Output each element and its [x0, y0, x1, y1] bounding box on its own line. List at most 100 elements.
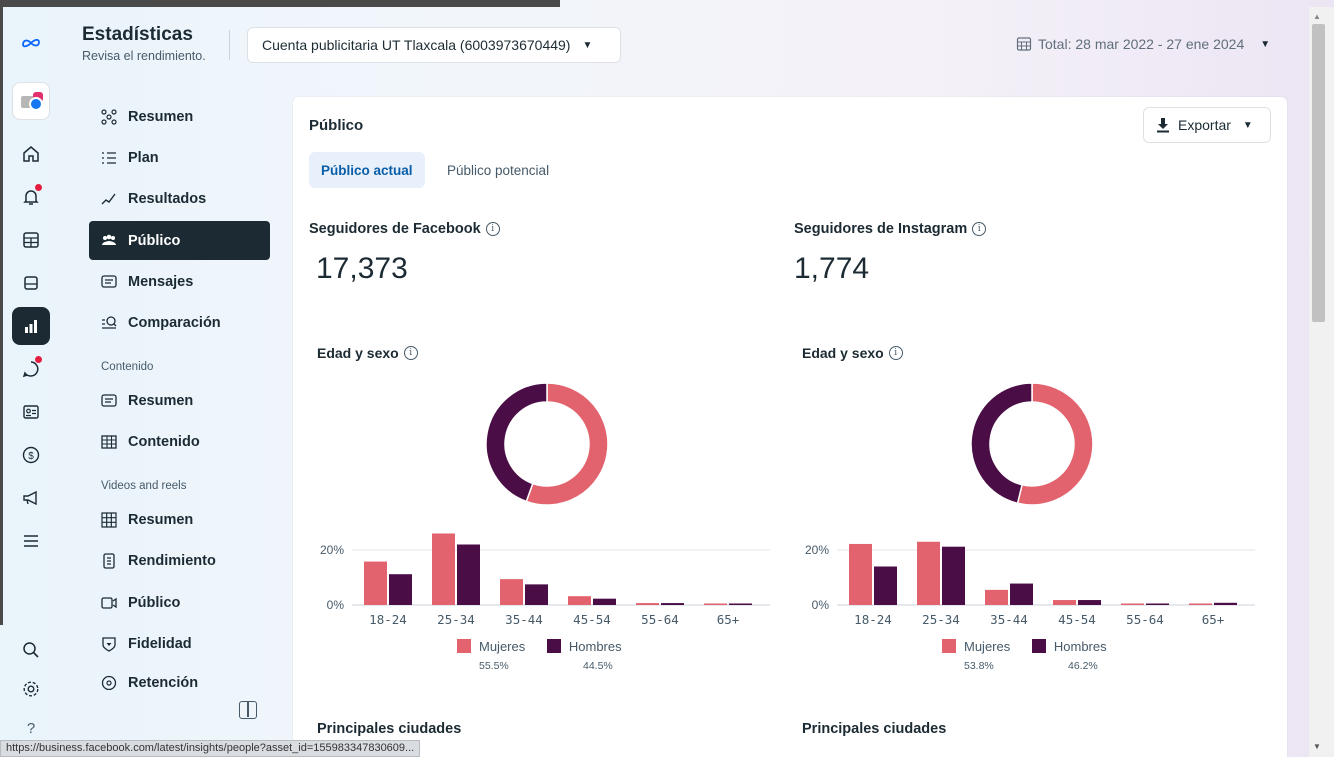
bar-hombres-35-44[interactable] [1010, 583, 1033, 605]
sidebar-item-comparacion[interactable]: Comparación [89, 303, 270, 342]
pages-icon[interactable] [12, 264, 50, 302]
content-table-icon [98, 432, 120, 452]
sidebar-overflow-clip: Retención [89, 672, 270, 690]
bar-hombres-65+[interactable] [729, 603, 752, 606]
sidebar-item-videos-publico[interactable]: Público [89, 583, 270, 622]
contacts-icon[interactable] [12, 393, 50, 431]
notification-dot [35, 184, 42, 191]
sidebar-item-videos-resumen[interactable]: Resumen [89, 500, 270, 539]
notifications-icon[interactable] [12, 178, 50, 216]
bar-mujeres-35-44[interactable] [985, 589, 1008, 605]
meta-logo-icon[interactable] [12, 24, 50, 62]
sidebar-item-label: Plan [128, 149, 159, 166]
bar-mujeres-18-24[interactable] [364, 561, 387, 605]
info-icon[interactable]: i [972, 222, 987, 236]
section-videos: Videos and reels [101, 480, 187, 492]
info-icon[interactable]: i [403, 346, 418, 360]
account-avatar[interactable] [12, 82, 50, 120]
sidebar-item-rendimiento[interactable]: Rendimiento [89, 541, 270, 580]
collapse-sidebar-icon[interactable] [239, 701, 257, 719]
bar-mujeres-35-44[interactable] [500, 579, 523, 605]
info-icon[interactable]: i [888, 346, 903, 360]
sidebar-item-retencion[interactable]: Retención [89, 672, 270, 690]
bar-hombres-55-64[interactable] [661, 603, 684, 605]
account-selector[interactable]: Cuenta publicitaria UT Tlaxcala (6003973… [247, 27, 621, 63]
scroll-up-icon[interactable]: ▲ [1313, 12, 1321, 21]
legend-label: Hombres [568, 639, 622, 654]
messages-icon [98, 272, 120, 292]
sidebar-item-label: Rendimiento [128, 552, 216, 569]
bar-hombres-55-64[interactable] [1146, 603, 1169, 606]
bar-mujeres-45-54[interactable] [1053, 600, 1076, 605]
help-icon[interactable]: ? [12, 716, 50, 740]
x-tick-label: 25-34 [922, 612, 960, 627]
help-label: ? [26, 719, 36, 737]
sidebar-item-publico[interactable]: Público [89, 221, 270, 260]
export-button[interactable]: Exportar ▼ [1143, 107, 1271, 143]
legend-mujeres: Mujeres [457, 639, 525, 654]
ads-icon[interactable] [12, 479, 50, 517]
bar-hombres-45-54[interactable] [1078, 600, 1101, 605]
scroll-down-icon[interactable]: ▼ [1313, 742, 1321, 751]
bar-mujeres-55-64[interactable] [636, 603, 659, 605]
sidebar-item-mensajes[interactable]: Mensajes [89, 262, 270, 301]
loyalty-icon [98, 634, 120, 654]
tab-publico-potencial[interactable]: Público potencial [435, 152, 561, 188]
results-icon [98, 189, 120, 209]
sidebar-item-contenido-resumen[interactable]: Resumen [89, 381, 270, 420]
legend-label: Hombres [1053, 639, 1107, 654]
bar-hombres-35-44[interactable] [525, 584, 548, 605]
table-icon[interactable] [12, 221, 50, 259]
menu-icon[interactable] [12, 522, 50, 560]
insights-icon[interactable] [12, 307, 50, 345]
x-tick-label: 18-24 [369, 612, 407, 627]
info-icon[interactable]: i [485, 222, 500, 236]
x-tick-label: 65+ [1202, 612, 1225, 627]
bar-mujeres-25-34[interactable] [917, 541, 940, 605]
bar-hombres-65+[interactable] [1214, 602, 1237, 605]
search-icon[interactable] [12, 631, 50, 669]
chat-icon[interactable] [12, 350, 50, 388]
sidebar-item-fidelidad[interactable]: Fidelidad [89, 624, 270, 663]
chat-dot [35, 356, 42, 363]
bar-hombres-45-54[interactable] [593, 598, 616, 605]
legend-hombres: Hombres [1031, 639, 1107, 654]
facebook-age-gender-chart: 0% 20% 18-24 25-34 35-44 45-54 55-64 65+ [320, 382, 770, 627]
facebook-followers-value: 17,373 [316, 252, 408, 285]
sidebar-item-resumen[interactable]: Resumen [89, 97, 270, 136]
bar-mujeres-65+[interactable] [1189, 603, 1212, 606]
account-selector-label: Cuenta publicitaria UT Tlaxcala (6003973… [262, 37, 571, 53]
settings-icon[interactable] [12, 670, 50, 708]
bar-mujeres-45-54[interactable] [568, 596, 591, 605]
bar-hombres-25-34[interactable] [457, 544, 480, 606]
download-icon [1157, 118, 1169, 133]
y-tick-label: 0% [812, 598, 830, 612]
date-range-picker[interactable]: Total: 28 mar 2022 - 27 ene 2024 ▼ [1016, 36, 1270, 52]
legend-label: Mujeres [479, 639, 526, 654]
legend-pct-mujeres: 53.8% [964, 660, 994, 672]
bar-hombres-18-24[interactable] [874, 566, 897, 606]
sidebar-item-resultados[interactable]: Resultados [89, 179, 270, 218]
plan-icon [98, 148, 120, 168]
bar-mujeres-65+[interactable] [704, 603, 727, 606]
sidebar-item-contenido[interactable]: Contenido [89, 422, 270, 461]
sidebar-item-label: Resumen [128, 511, 194, 528]
scrollbar-thumb[interactable] [1312, 24, 1325, 322]
legend-swatch [942, 639, 956, 653]
legend-mujeres: Mujeres [942, 639, 1010, 654]
bar-hombres-18-24[interactable] [389, 574, 412, 605]
facebook-cities-label: Principales ciudades [317, 721, 462, 737]
bar-hombres-25-34[interactable] [942, 546, 965, 605]
x-tick-label: 18-24 [854, 612, 892, 627]
age-gender-text: Edad y sexo [317, 345, 399, 361]
tab-publico-actual[interactable]: Público actual [309, 152, 425, 188]
billing-icon[interactable]: $ [12, 436, 50, 474]
bar-mujeres-25-34[interactable] [432, 533, 455, 606]
instagram-followers-text: Seguidores de Instagram [794, 221, 968, 237]
bar-mujeres-55-64[interactable] [1121, 603, 1144, 606]
export-label: Exportar [1178, 117, 1231, 133]
donut-slice-hombres[interactable] [485, 382, 548, 503]
home-icon[interactable] [12, 135, 50, 173]
sidebar-item-plan[interactable]: Plan [89, 138, 270, 177]
bar-mujeres-18-24[interactable] [849, 543, 872, 605]
